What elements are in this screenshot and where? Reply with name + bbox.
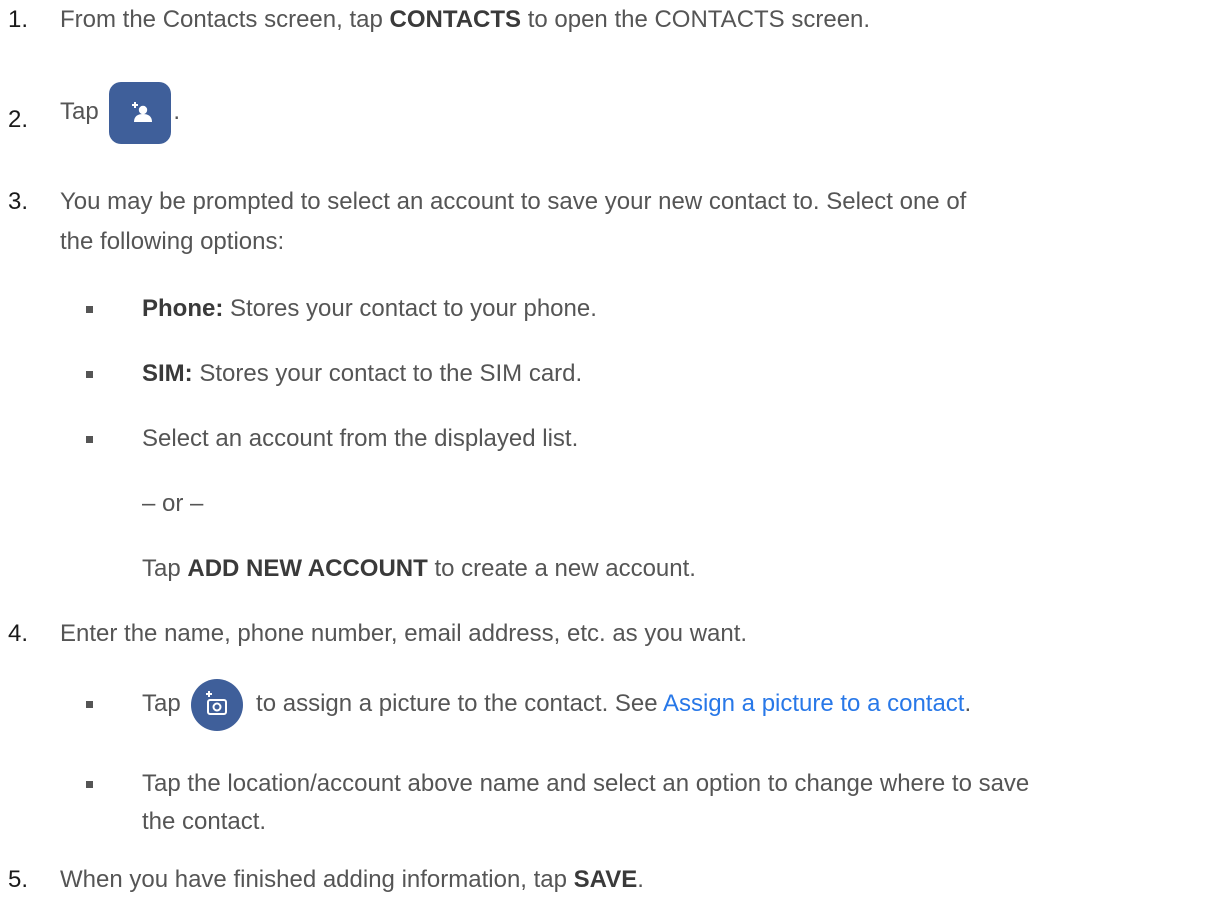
step-text-line-2: the following options: [60,228,285,255]
step-number: 3. [8,188,29,215]
bullet-marker [86,781,93,788]
step-number: 5. [8,866,29,893]
contacts-ui-label: CONTACTS [389,6,522,33]
step-number: 4. [8,620,29,647]
step-text: From the Contacts screen, tap CONTACTS t… [60,6,871,33]
add-new-account-ui-label: ADD NEW ACCOUNT [187,555,428,582]
option-label: Phone: [142,295,224,322]
step-text: When you have finished adding informatio… [60,866,644,893]
bullet-marker [86,436,93,443]
add-photo-icon [191,678,244,731]
assign-picture-link[interactable]: Assign a picture to a contact [663,690,965,717]
step-text-line-1: You may be prompted to select an account… [60,188,967,215]
step-text: Enter the name, phone number, email addr… [60,620,748,647]
step-number: 2. [8,106,29,133]
step-number: 1. [8,6,29,33]
step-text: Tap . [60,80,180,144]
option-label: SIM: [142,360,193,387]
add-contact-icon [109,81,172,144]
bullet-marker [86,371,93,378]
bullet-marker [86,701,93,708]
bullet-marker [86,306,93,313]
save-ui-label: SAVE [573,866,638,893]
